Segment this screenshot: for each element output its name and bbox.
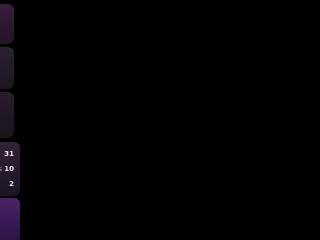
left-card-rail: s 0 -4 r he e . 31 s 10 2 [0, 0, 22, 240]
stat-marker: s [0, 166, 2, 173]
stats-card[interactable]: 31 s 10 2 [0, 142, 20, 196]
app-viewport: s 0 -4 r he e . 31 s 10 2 [0, 0, 320, 240]
stat-value-1: 31 [4, 150, 14, 158]
summary-card-1[interactable]: s 0 [0, 4, 14, 44]
summary-card-3[interactable]: he e . [0, 92, 14, 138]
accent-card[interactable] [0, 198, 20, 240]
stat-value-2: 10 [4, 165, 14, 173]
stat-value-3: 2 [9, 180, 14, 188]
summary-card-2[interactable]: -4 r [0, 47, 14, 89]
